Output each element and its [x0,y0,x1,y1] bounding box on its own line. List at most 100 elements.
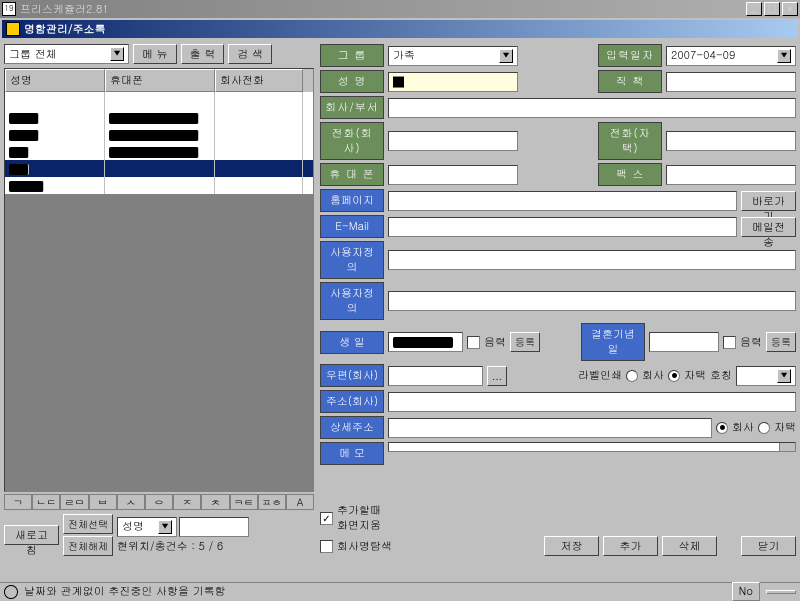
statusbar: 날짜와 관계없이 추진중인 사항을 기록함 No [0,582,800,600]
group-dropdown[interactable]: 가족▼ [388,46,518,66]
tel-home-field[interactable] [666,131,796,151]
company-field[interactable] [388,98,796,118]
menu-button[interactable]: 메 뉴 [133,44,177,64]
lunar1-checkbox[interactable] [467,336,480,349]
lbl-tel-company: 전화(회사) [320,122,384,160]
tel-company-field[interactable] [388,131,518,151]
fax-field[interactable] [666,165,796,185]
status-text: 날짜와 관계없이 추진중인 사항을 기록함 [24,584,726,599]
memo-textarea[interactable] [388,442,796,452]
lbl-inputdate: 입력일자 [598,44,662,67]
company-search-label: 회사명탐색 [337,539,392,554]
radio-company-label: 회사 [642,368,664,383]
scrollbar[interactable] [779,443,795,451]
maximize-button[interactable]: □ [764,2,780,16]
chevron-down-icon: ▼ [110,47,124,61]
homepage-field[interactable] [388,191,737,211]
index-tab[interactable]: ㅂ [89,494,117,510]
radio-company[interactable] [626,370,638,382]
honorific-dropdown[interactable]: ▼ [736,366,796,386]
search-input[interactable] [179,517,249,537]
clear-on-add-label1: 추가할때 [337,503,381,518]
index-tab[interactable]: ㅋㅌ [230,494,258,510]
status-no: No [732,582,760,601]
table-row[interactable] [5,109,313,126]
table-row[interactable] [5,92,313,109]
contacts-grid[interactable]: 성명 휴대폰 회사전화 [4,68,314,492]
birthday-field[interactable] [388,332,463,352]
radio-addr-home-label: 자택 [774,420,796,435]
lbl-homepage: 홈페이지 [320,189,384,212]
close-button[interactable]: × [782,2,798,16]
zip-lookup-button[interactable]: ... [487,366,507,386]
table-row[interactable] [5,177,313,194]
lbl-memo: 메 모 [320,442,384,465]
outer-title: 프리스케쥴러2.81 [20,2,746,17]
index-tab[interactable]: ㅇ [145,494,173,510]
col-header-mobile[interactable]: 휴대폰 [105,69,215,92]
print-button[interactable]: 출 력 [181,44,225,64]
anniversary-field[interactable] [649,332,719,352]
inner-titlebar: 명함관리/주소록 [2,20,798,38]
save-button[interactable]: 저장 [544,536,599,556]
search-field-dropdown[interactable]: 성명 ▼ [117,517,177,537]
addr-field[interactable] [388,392,796,412]
deselect-all-button[interactable]: 전체해제 [63,536,113,556]
close-dialog-button[interactable]: 닫기 [741,536,796,556]
reg2-button[interactable]: 등록 [766,332,796,352]
search-button[interactable]: 검 색 [228,44,272,64]
radio-home-label: 자택 [684,368,706,383]
radio-addr-company[interactable] [716,422,728,434]
clear-on-add-checkbox[interactable]: ✓ [320,512,333,525]
index-tab[interactable]: ㅊ [201,494,229,510]
delete-button[interactable]: 삭제 [662,536,717,556]
outer-titlebar: 19 프리스케쥴러2.81 _ □ × [0,0,800,18]
clear-on-add-label2: 화면지움 [337,518,381,533]
col-header-comptel[interactable]: 회사전화 [215,69,303,92]
table-row[interactable] [5,143,313,160]
addr-detail-field[interactable] [388,418,712,438]
table-row[interactable] [5,126,313,143]
select-all-button[interactable]: 전체선택 [63,514,113,534]
index-tab[interactable]: ㄴㄷ [32,494,60,510]
email-field[interactable] [388,217,737,237]
company-search-checkbox[interactable] [320,540,333,553]
radio-addr-home[interactable] [758,422,770,434]
minimize-button[interactable]: _ [746,2,762,16]
radio-home[interactable] [668,370,680,382]
index-tab[interactable]: ㅈ [173,494,201,510]
title-field[interactable] [666,72,796,92]
mobile-field[interactable] [388,165,518,185]
chevron-down-icon: ▼ [158,520,172,534]
custom1-field[interactable] [388,250,796,270]
lbl-email: E-Mail [320,215,384,238]
radio-addr-company-label: 회사 [732,420,754,435]
lbl-mobile: 휴 대 폰 [320,163,384,186]
index-tab[interactable]: ㄱ [4,494,32,510]
group-filter-dropdown[interactable]: 그룹 전체 ▼ [4,44,129,64]
goto-button[interactable]: 바로가기 [741,191,796,211]
lunar2-checkbox[interactable] [723,336,736,349]
lbl-name: 성 명 [320,70,384,93]
custom2-field[interactable] [388,291,796,311]
refresh-button[interactable]: 새로고침 [4,525,59,545]
lbl-anniversary: 결혼기념일 [581,323,645,361]
inputdate-dropdown[interactable]: 2007-04-09▼ [666,46,796,66]
index-tab[interactable]: A [286,494,314,510]
lbl-birthday: 생 일 [320,331,384,354]
lbl-fax: 팩 스 [598,163,662,186]
group-filter-value: 그룹 전체 [9,47,57,62]
col-header-name[interactable]: 성명 [5,69,105,92]
index-tab[interactable]: ㅍㅎ [258,494,286,510]
table-row[interactable] [5,160,313,177]
lbl-group: 그 룹 [320,44,384,67]
reg1-button[interactable]: 등록 [510,332,540,352]
name-field[interactable]: █ [388,72,518,92]
index-tab[interactable]: ㄹㅁ [60,494,88,510]
index-tab[interactable]: ㅅ [117,494,145,510]
add-button[interactable]: 추가 [603,536,658,556]
zip-field[interactable] [388,366,483,386]
sendmail-button[interactable]: 메일전송 [741,217,796,237]
window-icon [6,22,20,36]
lunar2-label: 음력 [740,335,762,350]
